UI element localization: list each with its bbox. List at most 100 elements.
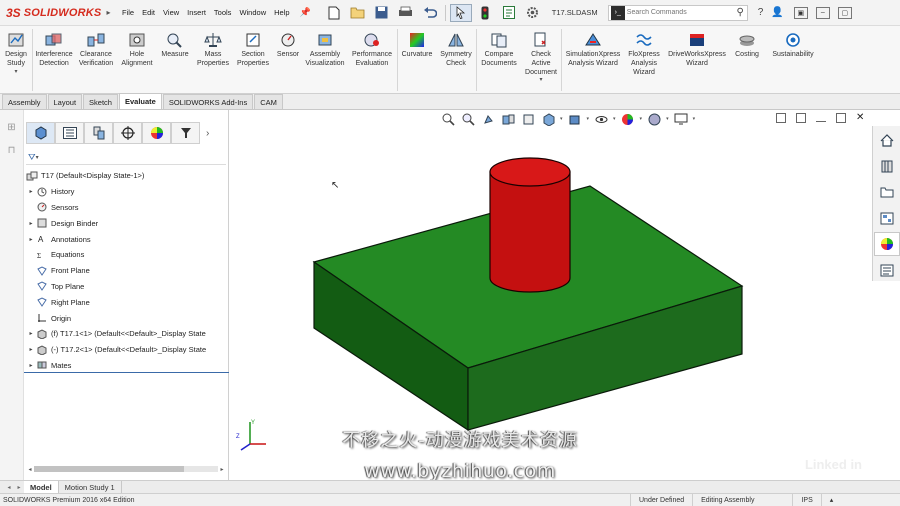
- tree-item-top-plane[interactable]: Top Plane: [24, 279, 229, 295]
- driveworksxpress-button[interactable]: DriveWorksXpress Wizard: [664, 26, 730, 93]
- feature-manager-tab[interactable]: [26, 122, 55, 144]
- expand-arrow-icon[interactable]: ▸: [26, 362, 36, 369]
- search-icon[interactable]: ⚲: [736, 7, 743, 18]
- unit-system[interactable]: IPS: [792, 493, 820, 506]
- tab-assembly[interactable]: Assembly: [2, 94, 47, 109]
- tree-item-front-plane[interactable]: Front Plane: [24, 263, 229, 279]
- tab-cam[interactable]: CAM: [254, 94, 283, 109]
- options-button[interactable]: [522, 4, 544, 22]
- restore-window-button[interactable]: ▣: [793, 6, 808, 19]
- sketch-path-icon[interactable]: ⊓: [0, 145, 23, 156]
- search-box[interactable]: ›_ ⚲: [607, 4, 748, 21]
- minimize-window-button[interactable]: –: [815, 6, 830, 19]
- menu-insert[interactable]: Insert: [183, 8, 210, 17]
- search-commands-input[interactable]: [626, 9, 727, 16]
- measure-button[interactable]: Measure: [157, 26, 193, 93]
- curvature-button[interactable]: Curvature: [398, 26, 436, 93]
- section-properties-button[interactable]: Section Properties: [233, 26, 273, 93]
- help-icon[interactable]: ?: [756, 7, 766, 18]
- view-palette-tab[interactable]: [874, 206, 900, 230]
- menu-edit[interactable]: Edit: [138, 8, 159, 17]
- solidworks-resources-tab[interactable]: [874, 128, 900, 152]
- rebuild-button[interactable]: [474, 4, 496, 22]
- expand-arrow-icon[interactable]: ▸: [26, 236, 36, 243]
- symmetry-check-button[interactable]: Symmetry Check: [436, 26, 476, 93]
- tree-item-sensors[interactable]: Sensors: [24, 200, 229, 216]
- scroll-left-icon[interactable]: ◂: [26, 466, 34, 473]
- user-icon[interactable]: 👤: [769, 7, 785, 18]
- assembly-model[interactable]: [230, 110, 872, 480]
- property-manager-tab[interactable]: [55, 122, 84, 144]
- scrollbar-track[interactable]: [34, 466, 218, 472]
- chevron-up-icon[interactable]: ▴: [820, 493, 842, 506]
- sketch-tool-icon[interactable]: ⊞: [0, 122, 23, 133]
- tree-filter[interactable]: ⛛ ▾: [26, 150, 226, 165]
- design-study-button[interactable]: Design Study ▾: [0, 26, 32, 93]
- tree-item-origin[interactable]: Origin: [24, 310, 229, 326]
- appearances-tab[interactable]: [874, 232, 900, 256]
- chevron-down-icon[interactable]: ▾: [14, 69, 17, 77]
- new-document-button[interactable]: [323, 4, 345, 22]
- tab-solidworks-add-ins[interactable]: SOLIDWORKS Add-Ins: [162, 94, 254, 109]
- tree-item-f-t17-1-1-default-default-disp[interactable]: ▸ (f) T17.1<1> (Default<<Default>_Display…: [24, 326, 229, 342]
- pin-icon[interactable]: 📌: [300, 7, 311, 18]
- tree-item-history[interactable]: ▸ History: [24, 184, 229, 200]
- tree-rollback-bar[interactable]: [24, 372, 229, 373]
- expand-arrow-icon[interactable]: ▸: [26, 188, 36, 195]
- tab-motion-study[interactable]: Motion Study 1: [59, 481, 122, 493]
- graphics-area[interactable]: ▾ ▾ ▾ ▾ ▾ ▾ ✕ ↖ Y Z 不移之火-动漫游戏美术资源 www.by…: [230, 110, 872, 482]
- sustainability-button[interactable]: Sustainability: [764, 26, 822, 93]
- hole-alignment-button[interactable]: Hole Alignment: [117, 26, 157, 93]
- tree-item-annotations[interactable]: ▸ A Annotations: [24, 231, 229, 247]
- expand-arrow-icon[interactable]: ▸: [26, 220, 36, 227]
- open-button[interactable]: [347, 4, 369, 22]
- solidworks-logo[interactable]: 3S SOLIDWORKS ▸: [0, 6, 118, 20]
- tab-layout[interactable]: Layout: [47, 94, 83, 109]
- configuration-manager-tab[interactable]: [84, 122, 113, 144]
- scroll-right-icon[interactable]: ▸: [14, 481, 24, 493]
- maximize-window-button[interactable]: ▢: [837, 6, 852, 19]
- chevron-right-icon[interactable]: ▸: [106, 8, 110, 17]
- tree-item-design-binder[interactable]: ▸ Design Binder: [24, 215, 229, 231]
- cylinder-body[interactable]: [489, 171, 571, 293]
- scroll-left-icon[interactable]: ◂: [4, 481, 14, 493]
- chevron-right-icon[interactable]: ›: [206, 128, 209, 139]
- save-button[interactable]: [371, 4, 393, 22]
- tab-evaluate[interactable]: Evaluate: [118, 93, 162, 109]
- menu-tools[interactable]: Tools: [210, 8, 236, 17]
- file-explorer-tab[interactable]: [874, 180, 900, 204]
- menu-view[interactable]: View: [159, 8, 183, 17]
- chevron-down-icon[interactable]: ▾: [539, 77, 542, 85]
- menu-window[interactable]: Window: [235, 8, 270, 17]
- tab-sketch[interactable]: Sketch: [83, 94, 118, 109]
- display-manager-tab[interactable]: [142, 122, 171, 144]
- design-library-tab[interactable]: [874, 154, 900, 178]
- tree-horizontal-scrollbar[interactable]: ◂ ▸: [26, 464, 226, 474]
- compare-documents-button[interactable]: Compare Documents: [477, 26, 521, 93]
- tree-root[interactable]: T17 (Default<Display State-1>): [24, 168, 229, 184]
- scroll-right-icon[interactable]: ▸: [218, 466, 226, 473]
- expand-arrow-icon[interactable]: ▸: [26, 330, 36, 337]
- mass-properties-button[interactable]: Mass Properties: [193, 26, 233, 93]
- cylinder-top-face[interactable]: [489, 157, 571, 187]
- menu-file[interactable]: File: [118, 8, 138, 17]
- file-properties-button[interactable]: [498, 4, 520, 22]
- clearance-verification-button[interactable]: Clearance Verification: [75, 26, 117, 93]
- tree-item-right-plane[interactable]: Right Plane: [24, 294, 229, 310]
- tree-item-mates[interactable]: ▸ Mates: [24, 358, 229, 374]
- tab-model[interactable]: Model: [24, 481, 59, 493]
- dimxpert-manager-tab[interactable]: [113, 122, 142, 144]
- expand-arrow-icon[interactable]: ▸: [26, 346, 36, 353]
- costing-button[interactable]: Costing: [730, 26, 764, 93]
- undo-button[interactable]: [419, 4, 441, 22]
- cam-manager-tab[interactable]: [171, 122, 200, 144]
- scrollbar-thumb[interactable]: [34, 466, 184, 472]
- simulationxpress-button[interactable]: SimulationXpress Analysis Wizard: [562, 26, 624, 93]
- menu-help[interactable]: Help: [270, 8, 293, 17]
- select-button[interactable]: [449, 3, 472, 22]
- interference-detection-button[interactable]: Interference Detection: [33, 26, 75, 93]
- sensor-button[interactable]: Sensor: [273, 26, 303, 93]
- custom-properties-tab[interactable]: [874, 258, 900, 282]
- assembly-visualization-button[interactable]: Assembly Visualization: [303, 26, 347, 93]
- tree-item-t17-2-1-default-default-displa[interactable]: ▸ (-) T17.2<1> (Default<<Default>_Display…: [24, 342, 229, 358]
